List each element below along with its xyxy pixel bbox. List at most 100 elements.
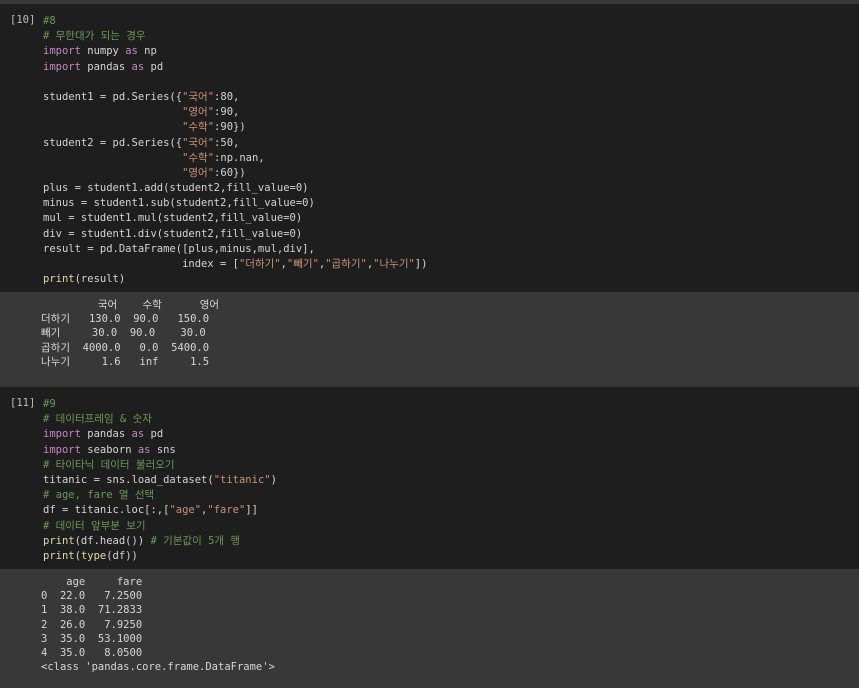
- code-cell-10[interactable]: [10] #8 # 무한대가 되는 경우 import numpy as np imp…: [0, 4, 859, 292]
- output-line: age fare: [41, 576, 143, 588]
- code-token: ]]: [245, 504, 258, 517]
- code-line: mul = student1.mul(student2,fill_value=0…: [43, 211, 427, 226]
- code-token: mul = student1.mul(student2,fill_value=0…: [43, 212, 303, 225]
- code-line: #8: [43, 14, 427, 29]
- code-token: "titanic": [213, 473, 271, 486]
- code-token: print: [43, 534, 75, 547]
- code-token: :50,: [214, 136, 240, 149]
- code-token: as: [125, 45, 138, 58]
- code-token: "수학": [182, 121, 215, 134]
- code-token: titanic = sns.load_dataset(: [43, 473, 214, 486]
- code-token: plus = student1.add(student2,fill_value=…: [43, 182, 309, 195]
- code-line: # 타이타닉 데이터 불러오기: [43, 458, 277, 473]
- code-token: import: [43, 60, 81, 73]
- code-token: ]): [414, 258, 428, 270]
- code-token: :90}): [214, 121, 246, 134]
- code-token: index = [: [43, 258, 239, 270]
- code-token: pandas: [80, 60, 132, 73]
- code-token: student1 = pd.Series({: [43, 90, 183, 103]
- code-line: print(type(df)): [43, 549, 277, 564]
- code-line: print(result): [43, 272, 427, 287]
- code-line: titanic = sns.load_dataset("titanic"): [43, 473, 277, 488]
- code-token: "국어": [182, 90, 215, 103]
- code-token: # 무한대가 되는 경우: [43, 30, 146, 43]
- code-token: import: [43, 443, 81, 456]
- code-token: # 타이타닉 데이터 불러오기: [43, 458, 175, 471]
- code-token: "빼기": [286, 258, 319, 270]
- output-line: 3 35.0 53.1000: [41, 632, 143, 645]
- code-line: import seaborn as sns: [43, 443, 277, 458]
- code-token: div = student1.div(student2,fill_value=0…: [43, 227, 303, 240]
- cell-output: age fare 0 22.0 7.2500 1 38.0 71.2833 2 26.…: [41, 575, 275, 674]
- code-token: :60}): [214, 166, 246, 179]
- code-token: #8: [43, 15, 56, 27]
- code-token: (df)): [106, 549, 138, 562]
- code-editor[interactable]: #9 # 데이터프레임 & 숫자 import pandas as pd import…: [43, 397, 277, 564]
- output-line: 1 38.0 71.2833: [41, 604, 143, 617]
- cell-output: 국어 수학 영어더하기 130.0 90.0 150.0 빼기 30.0 90.0…: [41, 298, 219, 369]
- code-line: "영어":90,: [43, 105, 427, 120]
- output-line: 국어 수학 영어: [41, 299, 220, 311]
- code-line: student2 = pd.Series({"국어":50,: [43, 136, 427, 151]
- code-token: student2 = pd.Series({: [43, 136, 183, 149]
- code-line: "영어":60}): [43, 166, 427, 181]
- code-token: (result): [74, 273, 126, 286]
- output-line: <class 'pandas.core.frame.DataFrame'>: [41, 661, 275, 674]
- code-token: # 기본값이 5개 행: [150, 534, 241, 547]
- output-line: 나누기 1.6 inf 1.5: [41, 355, 210, 368]
- output-line: 2 26.0 7.9250: [41, 618, 143, 631]
- output-line: 빼기 30.0 90.0 30.0: [41, 327, 206, 340]
- code-token: :np.nan,: [214, 151, 265, 164]
- output-line: 4 35.0 8.0500: [41, 646, 143, 659]
- code-token: "영어": [182, 166, 215, 179]
- code-token: (df.head()): [74, 534, 151, 547]
- code-line: div = student1.div(student2,fill_value=0…: [43, 227, 427, 242]
- code-editor[interactable]: #8 # 무한대가 되는 경우 import numpy as np import p…: [43, 14, 427, 287]
- code-line: df = titanic.loc[:,["age","fare"]]: [43, 503, 277, 518]
- code-token: numpy: [80, 45, 126, 58]
- code-token: pandas: [80, 428, 132, 441]
- code-token: import: [43, 45, 81, 58]
- code-line: import pandas as pd: [43, 60, 427, 75]
- code-token: #9: [43, 398, 56, 410]
- code-token: # age, fare 열 선택: [43, 489, 155, 502]
- code-line: # 데이터프레임 & 숫자: [43, 412, 277, 427]
- code-line: #9: [43, 397, 277, 412]
- code-line: result = pd.DataFrame([plus,minus,mul,di…: [43, 242, 427, 257]
- code-token: "age": [169, 504, 202, 517]
- code-line: # age, fare 열 선택: [43, 488, 277, 503]
- code-token: as: [137, 443, 151, 456]
- code-line: # 무한대가 되는 경우: [43, 29, 427, 44]
- code-token: minus = student1.sub(student2,fill_value…: [43, 197, 315, 210]
- code-line: index = ["더하기","빼기","곱하기","나누기"]): [43, 257, 427, 272]
- code-token: type: [80, 549, 107, 562]
- execution-count: [10]: [10, 14, 36, 26]
- code-token: df = titanic.loc[:,[: [43, 504, 170, 517]
- code-line: # 데이터 앞부분 보기: [43, 519, 277, 534]
- code-cell-11[interactable]: [11] #9 # 데이터프레임 & 숫자 import pandas as pd i…: [0, 387, 859, 569]
- code-token: # 데이터 앞부분 보기: [43, 519, 146, 532]
- code-token: :80,: [214, 90, 240, 103]
- code-token: "곱하기": [325, 258, 367, 270]
- code-line: print(df.head()) # 기본값이 5개 행: [43, 534, 277, 549]
- code-token: seaborn: [80, 443, 138, 456]
- code-line: minus = student1.sub(student2,fill_value…: [43, 196, 427, 211]
- code-token: as: [131, 60, 145, 73]
- code-line: import pandas as pd: [43, 427, 277, 442]
- code-token: print: [43, 549, 75, 562]
- code-token: as: [131, 428, 145, 441]
- code-line: plus = student1.add(student2,fill_value=…: [43, 181, 427, 196]
- code-token: pd: [144, 60, 164, 73]
- output-line: 더하기 130.0 90.0 150.0: [41, 313, 210, 326]
- code-token: # 데이터프레임 & 숫자: [43, 413, 152, 426]
- code-token: ): [270, 473, 277, 486]
- code-token: :90,: [214, 106, 240, 119]
- code-token: import: [43, 428, 81, 441]
- output-line: 0 22.0 7.2500: [41, 590, 143, 603]
- code-token: "fare": [207, 504, 246, 517]
- code-token: np: [137, 45, 157, 58]
